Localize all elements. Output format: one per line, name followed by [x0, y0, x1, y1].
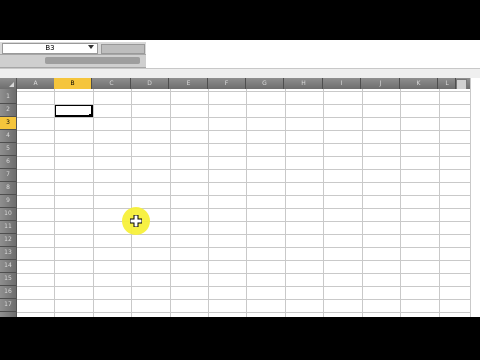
gridline-horizontal [17, 169, 470, 170]
gridline-horizontal [17, 104, 470, 105]
gridline-vertical [400, 89, 401, 317]
gridline-vertical [362, 89, 363, 317]
row-header-10[interactable]: 10 [0, 208, 16, 221]
gridline-horizontal [17, 221, 470, 222]
gridline-vertical [285, 89, 286, 317]
column-header-f[interactable]: F [208, 78, 246, 89]
gridline-horizontal [17, 273, 470, 274]
cell-grid[interactable] [17, 89, 470, 317]
formula-buttons[interactable] [101, 44, 145, 54]
row-header-6[interactable]: 6 [0, 156, 16, 169]
excel-window: B3 ABCDEFGHIJKL 1 2 3 4 5 6 7 8 9 10 11 12 13 14 15 16 1… [0, 40, 480, 317]
row-header-15[interactable]: 15 [0, 273, 16, 286]
gridline-horizontal [17, 182, 470, 183]
row-header-12[interactable]: 12 [0, 234, 16, 247]
row-header-9[interactable]: 9 [0, 195, 16, 208]
gridline-vertical [323, 89, 324, 317]
name-box-value: B3 [45, 44, 55, 52]
toolbar-slider[interactable] [45, 57, 140, 64]
select-all-triangle-icon [9, 82, 14, 87]
gridline-horizontal [17, 286, 470, 287]
column-header-g[interactable]: G [246, 78, 284, 89]
row-header-column: 1 2 3 4 5 6 7 8 9 10 11 12 13 14 15 16 17 [0, 89, 17, 317]
gridline-horizontal [17, 299, 470, 300]
gridline-vertical [93, 89, 94, 317]
column-header-h[interactable]: H [285, 78, 323, 89]
column-header-j[interactable]: J [362, 78, 400, 89]
gridline-horizontal [17, 117, 470, 118]
name-box[interactable]: B3 [2, 43, 98, 54]
gridline-vertical [246, 89, 247, 317]
gridline-horizontal [17, 143, 470, 144]
gridline-horizontal [17, 91, 470, 92]
formula-bar: B3 [0, 42, 146, 55]
chevron-down-icon[interactable] [88, 45, 94, 49]
row-header-16[interactable]: 16 [0, 286, 16, 299]
column-header-c[interactable]: C [93, 78, 131, 89]
gridline-vertical [54, 89, 55, 317]
gridline-vertical [131, 89, 132, 317]
row-header-4[interactable]: 4 [0, 130, 16, 143]
gridline-vertical [170, 89, 171, 317]
gridline-horizontal [17, 247, 470, 248]
row-header-7[interactable]: 7 [0, 169, 16, 182]
selected-cell-b3[interactable] [54, 104, 93, 117]
column-header-a[interactable]: A [17, 78, 55, 89]
gridline-horizontal [17, 260, 470, 261]
row-header-11[interactable]: 11 [0, 221, 16, 234]
column-header-i[interactable]: I [323, 78, 361, 89]
gridline-horizontal [17, 195, 470, 196]
gridline-horizontal [17, 312, 470, 313]
toolbar-strip [0, 55, 146, 68]
row-header-17[interactable]: 17 [0, 299, 16, 312]
column-header-d[interactable]: D [131, 78, 169, 89]
row-header-14[interactable]: 14 [0, 260, 16, 273]
gridline-vertical [208, 89, 209, 317]
row-header-2[interactable]: 2 [0, 104, 16, 117]
crosshair-cursor-icon [130, 215, 142, 227]
gridline-horizontal [17, 156, 470, 157]
column-header-e[interactable]: E [170, 78, 208, 89]
column-header-l[interactable]: L [439, 78, 456, 89]
row-header-3[interactable]: 3 [0, 117, 16, 130]
row-header-1[interactable]: 1 [0, 91, 16, 104]
gridline-horizontal [17, 234, 470, 235]
row-header-13[interactable]: 13 [0, 247, 16, 260]
gridline-vertical [439, 89, 440, 317]
column-header-b[interactable]: B [54, 78, 92, 89]
column-header-k[interactable]: K [400, 78, 438, 89]
row-header-8[interactable]: 8 [0, 182, 16, 195]
gridline-horizontal [17, 208, 470, 209]
row-header-5[interactable]: 5 [0, 143, 16, 156]
gridline-horizontal [17, 130, 470, 131]
sheet-right-edge [470, 78, 480, 317]
